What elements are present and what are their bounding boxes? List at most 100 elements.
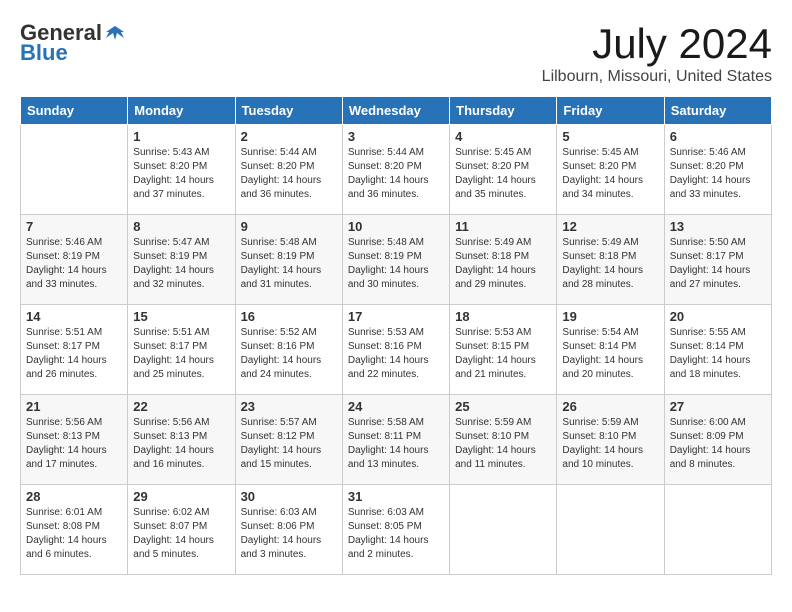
day-info: Sunrise: 5:59 AM Sunset: 8:10 PM Dayligh…	[562, 416, 658, 472]
day-info: Sunrise: 5:56 AM Sunset: 8:13 PM Dayligh…	[26, 416, 122, 472]
calendar-cell: 2 Sunrise: 5:44 AM Sunset: 8:20 PM Dayli…	[235, 125, 342, 215]
day-info: Sunrise: 5:48 AM Sunset: 8:19 PM Dayligh…	[241, 236, 337, 292]
daylight-text: Daylight: 14 hours and 8 minutes.	[670, 445, 751, 470]
day-number: 18	[455, 309, 551, 324]
sunset-text: Sunset: 8:13 PM	[133, 431, 207, 442]
sunset-text: Sunset: 8:17 PM	[670, 251, 744, 262]
daylight-text: Daylight: 14 hours and 36 minutes.	[348, 175, 429, 200]
calendar-cell: 23 Sunrise: 5:57 AM Sunset: 8:12 PM Dayl…	[235, 395, 342, 485]
daylight-text: Daylight: 14 hours and 28 minutes.	[562, 265, 643, 290]
sunset-text: Sunset: 8:20 PM	[670, 161, 744, 172]
day-number: 28	[26, 489, 122, 504]
day-info: Sunrise: 5:53 AM Sunset: 8:15 PM Dayligh…	[455, 326, 551, 382]
calendar-cell: 27 Sunrise: 6:00 AM Sunset: 8:09 PM Dayl…	[664, 395, 771, 485]
sunset-text: Sunset: 8:20 PM	[133, 161, 207, 172]
sunset-text: Sunset: 8:20 PM	[562, 161, 636, 172]
sunset-text: Sunset: 8:12 PM	[241, 431, 315, 442]
logo-bird-icon	[104, 22, 126, 44]
calendar-cell: 19 Sunrise: 5:54 AM Sunset: 8:14 PM Dayl…	[557, 305, 664, 395]
sunset-text: Sunset: 8:13 PM	[26, 431, 100, 442]
title-area: July 2024 Lilbourn, Missouri, United Sta…	[542, 20, 772, 86]
day-info: Sunrise: 5:58 AM Sunset: 8:11 PM Dayligh…	[348, 416, 444, 472]
sunset-text: Sunset: 8:20 PM	[241, 161, 315, 172]
daylight-text: Daylight: 14 hours and 6 minutes.	[26, 535, 107, 560]
day-info: Sunrise: 5:47 AM Sunset: 8:19 PM Dayligh…	[133, 236, 229, 292]
daylight-text: Daylight: 14 hours and 27 minutes.	[670, 265, 751, 290]
calendar-cell: 18 Sunrise: 5:53 AM Sunset: 8:15 PM Dayl…	[450, 305, 557, 395]
month-title: July 2024	[542, 20, 772, 68]
calendar-cell: 25 Sunrise: 5:59 AM Sunset: 8:10 PM Dayl…	[450, 395, 557, 485]
sunrise-text: Sunrise: 6:02 AM	[133, 507, 209, 518]
calendar-cell: 12 Sunrise: 5:49 AM Sunset: 8:18 PM Dayl…	[557, 215, 664, 305]
daylight-text: Daylight: 14 hours and 11 minutes.	[455, 445, 536, 470]
day-info: Sunrise: 5:46 AM Sunset: 8:20 PM Dayligh…	[670, 146, 766, 202]
sunrise-text: Sunrise: 5:48 AM	[241, 237, 317, 248]
sunset-text: Sunset: 8:15 PM	[455, 341, 529, 352]
day-number: 13	[670, 219, 766, 234]
sunrise-text: Sunrise: 5:55 AM	[670, 327, 746, 338]
calendar-cell: 15 Sunrise: 5:51 AM Sunset: 8:17 PM Dayl…	[128, 305, 235, 395]
sunrise-text: Sunrise: 5:51 AM	[133, 327, 209, 338]
day-number: 19	[562, 309, 658, 324]
day-number: 3	[348, 129, 444, 144]
sunset-text: Sunset: 8:11 PM	[348, 431, 421, 442]
sunrise-text: Sunrise: 5:59 AM	[455, 417, 531, 428]
day-number: 23	[241, 399, 337, 414]
day-info: Sunrise: 5:44 AM Sunset: 8:20 PM Dayligh…	[241, 146, 337, 202]
daylight-text: Daylight: 14 hours and 2 minutes.	[348, 535, 429, 560]
daylight-text: Daylight: 14 hours and 26 minutes.	[26, 355, 107, 380]
calendar-cell: 6 Sunrise: 5:46 AM Sunset: 8:20 PM Dayli…	[664, 125, 771, 215]
calendar-cell	[664, 485, 771, 575]
day-info: Sunrise: 5:45 AM Sunset: 8:20 PM Dayligh…	[562, 146, 658, 202]
sunrise-text: Sunrise: 6:03 AM	[241, 507, 317, 518]
sunset-text: Sunset: 8:17 PM	[26, 341, 100, 352]
sunset-text: Sunset: 8:19 PM	[348, 251, 422, 262]
sunrise-text: Sunrise: 5:46 AM	[670, 147, 746, 158]
daylight-text: Daylight: 14 hours and 36 minutes.	[241, 175, 322, 200]
sunset-text: Sunset: 8:07 PM	[133, 521, 207, 532]
day-info: Sunrise: 5:50 AM Sunset: 8:17 PM Dayligh…	[670, 236, 766, 292]
day-number: 8	[133, 219, 229, 234]
calendar-cell	[450, 485, 557, 575]
sunrise-text: Sunrise: 5:47 AM	[133, 237, 209, 248]
sunrise-text: Sunrise: 6:00 AM	[670, 417, 746, 428]
daylight-text: Daylight: 14 hours and 35 minutes.	[455, 175, 536, 200]
daylight-text: Daylight: 14 hours and 18 minutes.	[670, 355, 751, 380]
calendar-cell: 10 Sunrise: 5:48 AM Sunset: 8:19 PM Dayl…	[342, 215, 449, 305]
header: General Blue July 2024 Lilbourn, Missour…	[20, 20, 772, 86]
calendar-cell: 31 Sunrise: 6:03 AM Sunset: 8:05 PM Dayl…	[342, 485, 449, 575]
day-info: Sunrise: 5:51 AM Sunset: 8:17 PM Dayligh…	[133, 326, 229, 382]
sunrise-text: Sunrise: 5:48 AM	[348, 237, 424, 248]
sunset-text: Sunset: 8:19 PM	[241, 251, 315, 262]
day-number: 30	[241, 489, 337, 504]
day-number: 24	[348, 399, 444, 414]
sunrise-text: Sunrise: 5:49 AM	[562, 237, 638, 248]
sunset-text: Sunset: 8:05 PM	[348, 521, 422, 532]
calendar-week-row: 28 Sunrise: 6:01 AM Sunset: 8:08 PM Dayl…	[21, 485, 772, 575]
sunrise-text: Sunrise: 5:54 AM	[562, 327, 638, 338]
sunset-text: Sunset: 8:18 PM	[562, 251, 636, 262]
day-info: Sunrise: 6:00 AM Sunset: 8:09 PM Dayligh…	[670, 416, 766, 472]
day-number: 31	[348, 489, 444, 504]
sunrise-text: Sunrise: 5:44 AM	[241, 147, 317, 158]
calendar-cell: 1 Sunrise: 5:43 AM Sunset: 8:20 PM Dayli…	[128, 125, 235, 215]
day-number: 4	[455, 129, 551, 144]
day-number: 17	[348, 309, 444, 324]
sunset-text: Sunset: 8:18 PM	[455, 251, 529, 262]
sunset-text: Sunset: 8:14 PM	[670, 341, 744, 352]
day-number: 29	[133, 489, 229, 504]
daylight-text: Daylight: 14 hours and 16 minutes.	[133, 445, 214, 470]
sunrise-text: Sunrise: 5:56 AM	[133, 417, 209, 428]
daylight-text: Daylight: 14 hours and 3 minutes.	[241, 535, 322, 560]
logo: General Blue	[20, 20, 126, 66]
sunrise-text: Sunrise: 5:52 AM	[241, 327, 317, 338]
sunrise-text: Sunrise: 5:51 AM	[26, 327, 102, 338]
sunset-text: Sunset: 8:10 PM	[455, 431, 529, 442]
daylight-text: Daylight: 14 hours and 30 minutes.	[348, 265, 429, 290]
day-info: Sunrise: 5:51 AM Sunset: 8:17 PM Dayligh…	[26, 326, 122, 382]
day-number: 14	[26, 309, 122, 324]
calendar-week-row: 21 Sunrise: 5:56 AM Sunset: 8:13 PM Dayl…	[21, 395, 772, 485]
calendar-cell: 11 Sunrise: 5:49 AM Sunset: 8:18 PM Dayl…	[450, 215, 557, 305]
day-info: Sunrise: 6:02 AM Sunset: 8:07 PM Dayligh…	[133, 506, 229, 562]
sunset-text: Sunset: 8:19 PM	[26, 251, 100, 262]
